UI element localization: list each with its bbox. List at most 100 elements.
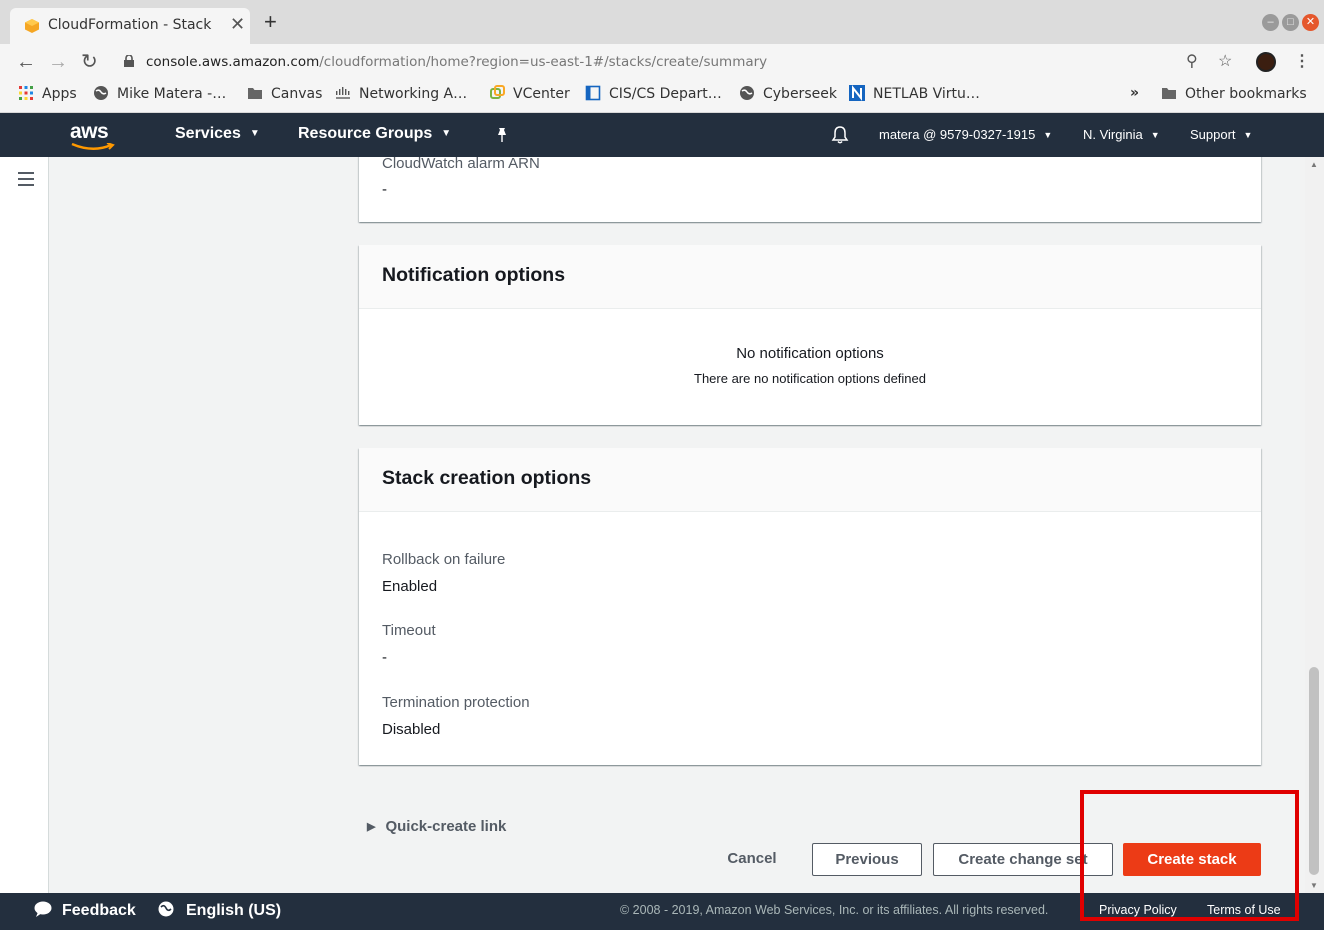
scroll-up-arrow-icon[interactable]: ▲	[1310, 160, 1318, 169]
chevron-down-icon: ▼	[1150, 130, 1160, 140]
region-menu[interactable]: N. Virginia ▼	[1083, 127, 1160, 142]
notification-options-panel: Notification options No notification opt…	[359, 245, 1261, 425]
speech-bubble-icon	[34, 901, 52, 917]
rollback-label: Rollback on failure	[382, 551, 506, 568]
region-label: N. Virginia	[1083, 127, 1143, 142]
cloudwatch-alarm-value: -	[382, 181, 387, 198]
bookmarks-bar: Apps Mike Matera -… Canvas Networking A……	[0, 80, 1324, 113]
main-content: CloudWatch alarm ARN - Notification opti…	[49, 157, 1305, 893]
tab-title: CloudFormation - Stack	[48, 17, 212, 33]
folder-icon	[248, 88, 262, 99]
rollback-value: Enabled	[382, 578, 438, 595]
aws-smile-logo	[71, 143, 115, 150]
new-tab-button[interactable]: +	[264, 11, 277, 33]
globe-icon	[740, 86, 754, 100]
advanced-options-panel: CloudWatch alarm ARN -	[359, 157, 1261, 222]
empty-state-title: No notification options	[736, 345, 884, 362]
bookmark-vcenter[interactable]: VCenter	[489, 85, 570, 107]
feedback-button[interactable]: Feedback	[34, 901, 136, 920]
profile-avatar[interactable]	[1256, 52, 1276, 72]
cloudwatch-alarm-label: CloudWatch alarm ARN	[382, 157, 540, 172]
resource-groups-menu[interactable]: Resource Groups ▼	[298, 125, 451, 143]
reload-icon[interactable]: ↻	[81, 50, 98, 74]
account-menu[interactable]: matera @ 9579-0327-1915 ▼	[879, 127, 1052, 142]
language-selector[interactable]: English (US)	[158, 901, 281, 920]
address-bar[interactable]: console.aws.amazon.com/cloudformation/ho…	[112, 48, 1242, 76]
bookmark-label: Canvas	[271, 86, 323, 102]
pin-icon[interactable]	[494, 127, 510, 143]
chevron-down-icon: ▼	[249, 128, 260, 139]
account-label: matera @ 9579-0327-1915	[879, 127, 1036, 142]
tab-cloudformation[interactable]: CloudFormation - Stack ✕	[10, 8, 250, 44]
bookmark-netlab[interactable]: NETLAB Virtu…	[849, 85, 980, 107]
stack-creation-options-title: Stack creation options	[359, 448, 1261, 512]
caret-right-icon: ▶	[367, 821, 376, 833]
bookmark-apps[interactable]: Apps	[18, 85, 77, 107]
side-nav-rail	[0, 157, 49, 893]
highlight-annotation-box	[1080, 790, 1299, 921]
other-bookmarks[interactable]: Other bookmarks	[1161, 85, 1307, 107]
url-text: console.aws.amazon.com/cloudformation/ho…	[146, 54, 767, 70]
language-label: English (US)	[186, 902, 282, 919]
termination-protection-value: Disabled	[382, 721, 441, 738]
bookmarks-overflow-button[interactable]: »	[1130, 85, 1139, 107]
quick-create-link-toggle[interactable]: ▶ Quick-create link	[367, 818, 506, 835]
close-tab-icon[interactable]: ✕	[230, 14, 245, 35]
minimize-window-icon[interactable]: –	[1262, 14, 1279, 31]
copyright-text: © 2008 - 2019, Amazon Web Services, Inc.…	[620, 903, 1049, 917]
bookmark-label: CIS/CS Depart…	[609, 86, 722, 102]
services-menu[interactable]: Services ▼	[175, 125, 260, 143]
timeout-label: Timeout	[382, 622, 436, 639]
bookmark-label: Mike Matera -…	[117, 86, 227, 102]
bookmark-cyberseek[interactable]: Cyberseek	[739, 85, 837, 107]
feedback-label: Feedback	[62, 902, 136, 919]
bookmark-cis-cs[interactable]: CIS/CS Depart…	[585, 85, 722, 107]
support-menu[interactable]: Support ▼	[1190, 127, 1252, 142]
globe-icon	[94, 86, 108, 100]
folder-icon	[1162, 88, 1176, 99]
other-bookmarks-label: Other bookmarks	[1185, 86, 1307, 102]
bookmark-label: Apps	[42, 86, 77, 102]
zoom-icon[interactable]: ⚲	[1186, 50, 1198, 74]
bookmark-mike-matera[interactable]: Mike Matera -…	[93, 85, 226, 107]
chevron-down-icon: ▼	[1243, 130, 1253, 140]
bookmark-label: NETLAB Virtu…	[873, 86, 980, 102]
support-label: Support	[1190, 127, 1236, 142]
vcenter-icon	[490, 85, 505, 99]
netlab-icon	[849, 85, 865, 101]
services-label: Services	[175, 125, 241, 142]
apps-grid-icon	[19, 86, 33, 100]
cisco-icon	[336, 87, 350, 99]
tab-strip: CloudFormation - Stack ✕ + – □ ✕	[0, 0, 1324, 44]
aws-top-nav: aws Services ▼ Resource Groups ▼ matera @ …	[0, 113, 1324, 157]
previous-button[interactable]: Previous	[812, 843, 922, 876]
star-bookmark-icon[interactable]: ☆	[1218, 50, 1232, 74]
bell-icon[interactable]	[830, 125, 850, 145]
scroll-down-arrow-icon[interactable]: ▼	[1310, 881, 1318, 890]
back-arrow-icon[interactable]: ←	[16, 50, 36, 74]
aws-logo[interactable]: aws	[70, 120, 109, 144]
bookmark-canvas[interactable]: Canvas	[247, 85, 322, 107]
bookmark-networking[interactable]: Networking A…	[335, 85, 467, 107]
aws-box-icon	[25, 19, 39, 33]
chevron-down-icon: ▼	[1043, 130, 1053, 140]
bookmark-label: Cyberseek	[763, 86, 837, 102]
vertical-scrollbar[interactable]: ▲ ▼	[1305, 157, 1324, 893]
scrollbar-thumb[interactable]	[1309, 667, 1319, 875]
bookmark-label: VCenter	[513, 86, 570, 102]
forward-arrow-icon[interactable]: →	[48, 50, 68, 74]
termination-protection-label: Termination protection	[382, 694, 530, 711]
kebab-menu-icon[interactable]: ⋮	[1294, 50, 1310, 74]
chevron-down-icon: ▼	[441, 128, 452, 139]
maximize-window-icon[interactable]: □	[1282, 14, 1299, 31]
lock-icon	[124, 55, 134, 67]
url-path: /cloudformation/home?region=us-east-1#/s…	[319, 54, 768, 70]
globe-icon	[158, 901, 174, 917]
browser-window: CloudFormation - Stack ✕ + – □ ✕ ← → ↻ c…	[0, 0, 1324, 930]
resource-groups-label: Resource Groups	[298, 125, 433, 142]
close-window-icon[interactable]: ✕	[1302, 14, 1319, 31]
cancel-button[interactable]: Cancel	[710, 843, 794, 876]
bookmark-label: Networking A…	[359, 86, 468, 102]
timeout-value: -	[382, 649, 387, 666]
hamburger-menu-icon[interactable]	[18, 172, 34, 186]
